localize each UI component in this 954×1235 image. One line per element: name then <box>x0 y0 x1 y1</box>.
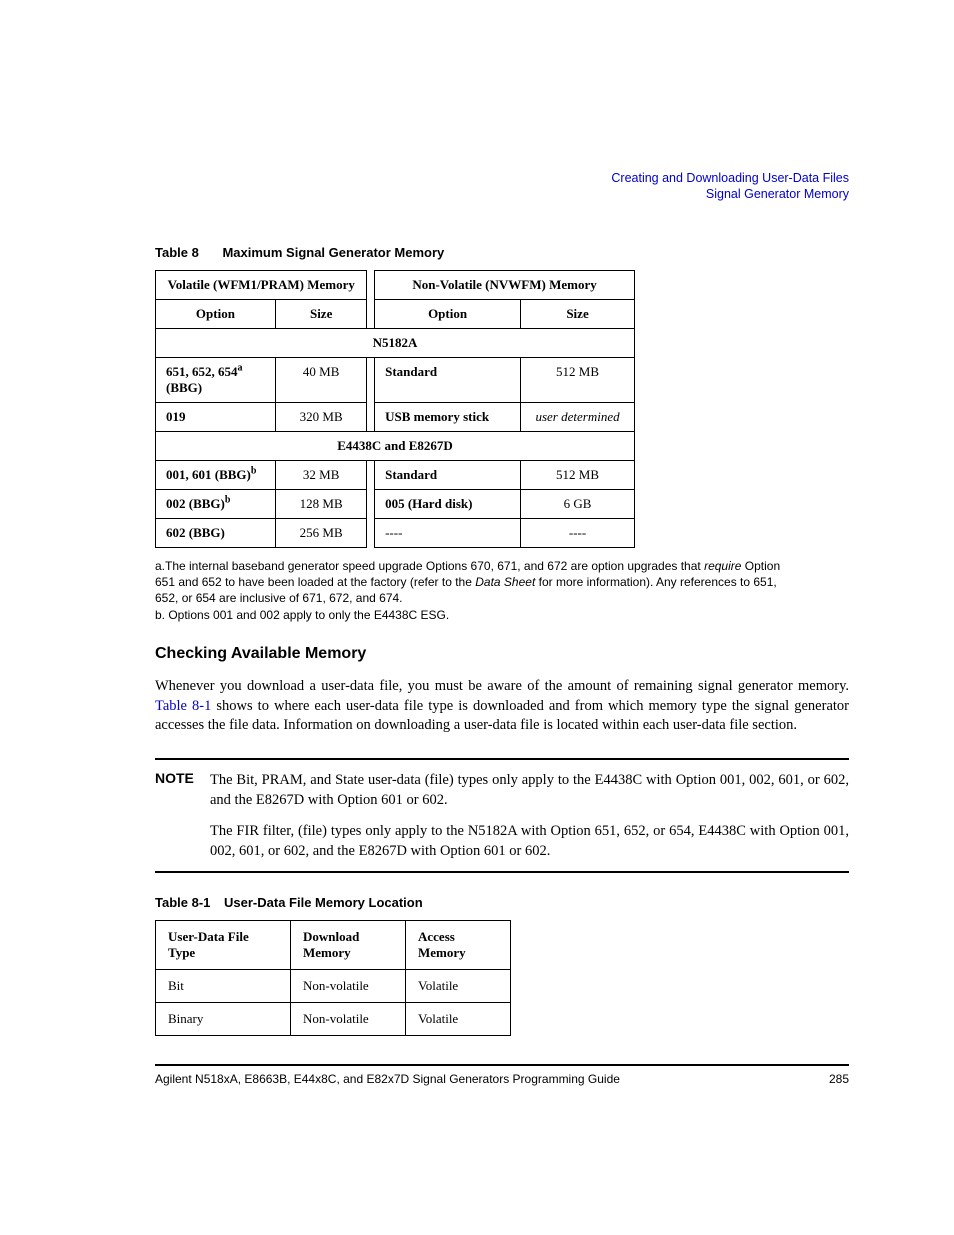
table-8-number: Table 8 <box>155 245 199 260</box>
table-row: 001, 601 (BBG)b 32 MB Standard 512 MB <box>156 461 635 490</box>
section-n5182a: N5182A <box>156 329 635 358</box>
note-paragraph-1: The Bit, PRAM, and State user-data (file… <box>210 770 849 811</box>
volatile-header: Volatile (WFM1/PRAM) Memory <box>156 271 367 300</box>
cell: Binary <box>156 1003 291 1036</box>
loc-h2: Download Memory <box>291 921 406 970</box>
note-text: The Bit, PRAM, and State user-data (file… <box>210 770 849 861</box>
document-page: Creating and Downloading User-Data Files… <box>0 0 954 1235</box>
row5-nvoption: ---- <box>375 519 521 548</box>
row5-option: 602 (BBG) <box>156 519 276 548</box>
table-8-title: Maximum Signal Generator Memory <box>222 245 444 260</box>
row4-nvsize: 6 GB <box>521 490 635 519</box>
nonvolatile-header: Non-Volatile (NVWFM) Memory <box>375 271 635 300</box>
row4-option: 002 (BBG)b <box>156 490 276 519</box>
table-8-1-title: User-Data File Memory Location <box>224 895 423 910</box>
row3-option: 001, 601 (BBG)b <box>156 461 276 490</box>
row2-option: 019 <box>156 403 276 432</box>
footer-guide-title: Agilent N518xA, E8663B, E44x8C, and E82x… <box>155 1072 620 1086</box>
page-number: 285 <box>829 1072 849 1086</box>
page-header-links: Creating and Downloading User-Data Files… <box>611 170 849 203</box>
checking-memory-paragraph: Whenever you download a user-data file, … <box>155 677 849 736</box>
header-chapter-link[interactable]: Creating and Downloading User-Data Files <box>611 170 849 186</box>
table-8-1-number: Table 8-1 <box>155 895 210 910</box>
table-8-1-caption: Table 8-1 User-Data File Memory Location <box>155 895 849 910</box>
table-8-1-link[interactable]: Table 8-1 <box>155 698 211 714</box>
row1-size: 40 MB <box>275 358 367 403</box>
table-row: Bit Non-volatile Volatile <box>156 970 511 1003</box>
table-row: Binary Non-volatile Volatile <box>156 1003 511 1036</box>
note-label: NOTE <box>155 770 210 861</box>
table-row: 019 320 MB USB memory stick user determi… <box>156 403 635 432</box>
table-8-caption: Table 8 Maximum Signal Generator Memory <box>155 245 849 260</box>
checking-memory-heading: Checking Available Memory <box>155 645 849 663</box>
cell: Volatile <box>406 970 511 1003</box>
row1-nvoption: Standard <box>375 358 521 403</box>
col-size-1: Size <box>275 300 367 329</box>
footnote-b: b. Options 001 and 002 apply to only the… <box>155 607 795 623</box>
row2-nvoption: USB memory stick <box>375 403 521 432</box>
table-row: 002 (BBG)b 128 MB 005 (Hard disk) 6 GB <box>156 490 635 519</box>
table-row: 651, 652, 654a (BBG) 40 MB Standard 512 … <box>156 358 635 403</box>
table-8: Volatile (WFM1/PRAM) Memory Non-Volatile… <box>155 270 635 548</box>
row3-nvoption: Standard <box>375 461 521 490</box>
row2-nvsize: user determined <box>521 403 635 432</box>
col-size-2: Size <box>521 300 635 329</box>
row4-nvoption: 005 (Hard disk) <box>375 490 521 519</box>
col-option-2: Option <box>375 300 521 329</box>
cell: Volatile <box>406 1003 511 1036</box>
header-section-link[interactable]: Signal Generator Memory <box>611 186 849 202</box>
cell: Non-volatile <box>291 1003 406 1036</box>
table-row: 602 (BBG) 256 MB ---- ---- <box>156 519 635 548</box>
row1-nvsize: 512 MB <box>521 358 635 403</box>
row5-nvsize: ---- <box>521 519 635 548</box>
cell: Bit <box>156 970 291 1003</box>
row1-option: 651, 652, 654a (BBG) <box>156 358 276 403</box>
col-option-1: Option <box>156 300 276 329</box>
row2-size: 320 MB <box>275 403 367 432</box>
row5-size: 256 MB <box>275 519 367 548</box>
row3-size: 32 MB <box>275 461 367 490</box>
footnotes: a.The internal baseband generator speed … <box>155 558 795 623</box>
note-paragraph-2: The FIR filter, (file) types only apply … <box>210 821 849 862</box>
section-e4438c-e8267d: E4438C and E8267D <box>156 432 635 461</box>
cell: Non-volatile <box>291 970 406 1003</box>
page-footer: Agilent N518xA, E8663B, E44x8C, and E82x… <box>155 1064 849 1086</box>
footnote-a: a.The internal baseband generator speed … <box>155 558 795 607</box>
table-8-1: User-Data File Type Download Memory Acce… <box>155 920 511 1036</box>
note-block: NOTE The Bit, PRAM, and State user-data … <box>155 758 849 873</box>
row4-size: 128 MB <box>275 490 367 519</box>
row3-nvsize: 512 MB <box>521 461 635 490</box>
loc-h1: User-Data File Type <box>156 921 291 970</box>
loc-h3: Access Memory <box>406 921 511 970</box>
